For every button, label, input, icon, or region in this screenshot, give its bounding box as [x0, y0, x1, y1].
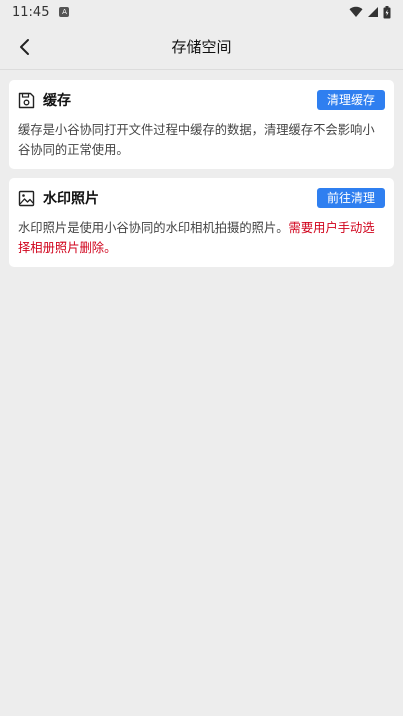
watermark-photos-title: 水印照片	[43, 191, 99, 207]
image-icon	[18, 190, 35, 206]
status-time: 11:45	[12, 4, 50, 20]
cache-card: 缓存 清理缓存 缓存是小谷协同打开文件过程中缓存的数据，清理缓存不会影响小谷协同…	[9, 80, 394, 169]
back-button[interactable]	[10, 33, 38, 61]
cell-signal-icon	[368, 7, 378, 17]
battery-icon	[383, 5, 391, 18]
watermark-description-text: 水印照片是使用小谷协同的水印相机拍摄的照片。	[18, 221, 289, 235]
status-bar: 11:45 A	[0, 0, 403, 24]
watermark-photos-card: 水印照片 前往清理 水印照片是使用小谷协同的水印相机拍摄的照片。需要用户手动选择…	[9, 178, 394, 267]
app-header: 存储空间	[0, 24, 403, 70]
wifi-icon	[349, 6, 363, 18]
go-clean-button[interactable]: 前往清理	[316, 188, 385, 208]
chevron-left-icon	[20, 39, 29, 55]
save-disk-icon	[18, 92, 35, 108]
notification-icon: A	[59, 7, 70, 17]
cache-description: 缓存是小谷协同打开文件过程中缓存的数据，清理缓存不会影响小谷协同的正常使用。	[18, 123, 375, 157]
watermark-photos-description: 水印照片是使用小谷协同的水印相机拍摄的照片。需要用户手动选择相册照片删除。	[18, 218, 385, 258]
clear-cache-button[interactable]: 清理缓存	[316, 90, 385, 110]
page-title: 存储空间	[171, 38, 232, 56]
cache-title: 缓存	[43, 93, 71, 109]
